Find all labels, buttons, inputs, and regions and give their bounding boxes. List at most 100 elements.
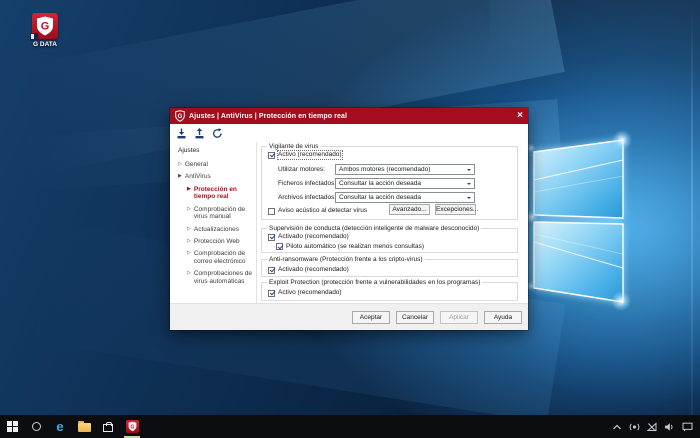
svg-text:G: G [130,424,134,430]
checkbox-monitor-active[interactable]: Activo (recomendado) [268,150,343,160]
tree-item-label: Comprobaciones de virus automáticas [193,270,253,286]
tree-header: Ajustes [178,147,200,154]
group-behavior-monitoring: Supervisión de conducta (detección intel… [261,225,518,253]
dialog-content: Ajustes ▷ General ▶ AntiVirus ▶ Protecci… [170,142,528,303]
group-legend: Supervisión de conducta (detección intel… [267,225,482,232]
gdata-shield-icon: G [30,13,58,41]
volume-icon[interactable] [664,422,675,432]
advanced-button[interactable]: Avanzado... [389,204,430,215]
tree-item-label: General [184,161,208,168]
chevron-down-icon [467,197,471,201]
taskbar-file-explorer[interactable] [72,415,96,438]
chevron-right-icon: ▷ [178,161,182,167]
select-value: Consultar la acción deseada [339,194,422,201]
infected-files-label: Ficheros infectados: [278,180,337,187]
help-button[interactable]: Ayuda [484,310,522,324]
taskbar-store[interactable] [96,415,120,438]
windows-logo [533,139,624,303]
desktop-icon-label: G DATA [33,41,57,48]
chevron-right-icon: ▶ [178,173,182,180]
group-legend: Exploit Protection (protección frente a … [267,279,483,286]
select-value: Ambos motores (recomendado) [339,166,431,173]
group-legend: Anti-ransomware (Protección frente a los… [267,256,425,263]
folder-icon [77,421,91,432]
accept-button[interactable]: Aceptar [352,310,390,324]
desktop-icon-gdata[interactable]: G G DATA [20,13,70,48]
checkbox-label: Activado (recomendado) [278,233,349,240]
apply-button[interactable]: Aplicar [440,310,478,324]
tree-item-manual-scan[interactable]: ▷ Comprobación de virus manual [178,206,253,222]
checkbox-box [276,243,283,250]
checkbox-box [268,289,275,297]
checkbox-box [268,233,275,241]
checkbox-box [268,151,275,159]
checkbox-label: Activo (recomendado) [278,289,342,296]
desktop: G G DATA G Ajustes | AntiVirus | Protecc… [0,0,700,438]
chevron-down-icon [467,183,471,187]
wireless-status-icon[interactable] [629,422,640,432]
checkbox-ransomware-enabled[interactable]: Activado (recomendado) [268,266,349,274]
checkbox-autopilot[interactable]: Piloto automático (se realizan menos con… [276,243,424,251]
tree-item-realtime-protection[interactable]: ▶ Protección en tiempo real [178,186,253,202]
chevron-right-icon: ▶ [187,185,191,192]
checkbox-label: Activo (recomendado) [277,150,343,160]
cancel-button[interactable]: Cancelar [396,310,434,324]
group-anti-ransomware: Anti-ransomware (Protección frente a los… [261,256,518,277]
engines-select[interactable]: Ambos motores (recomendado) [335,164,475,175]
tree-item-label: Comprobación de correo electrónico [193,250,246,266]
flag-badge-icon [30,33,38,41]
store-bag-icon [103,422,113,432]
gdata-shield-icon: G [175,110,185,122]
chevron-right-icon: ▷ [187,205,191,212]
chevron-right-icon: ▷ [187,225,191,232]
tree-item-label: Protección en tiempo real [193,185,237,201]
exceptions-button[interactable]: Excepciones... [435,204,478,215]
checkbox-exploit-enabled[interactable]: Activo (recomendado) [268,289,342,297]
dialog-titlebar[interactable]: G Ajustes | AntiVirus | Protección en ti… [170,108,528,124]
start-button[interactable] [0,415,24,438]
infected-archives-select[interactable]: Consultar la acción deseada [335,192,475,203]
tree-item-antivirus[interactable]: ▶ AntiVirus [178,173,253,181]
dialog-title: Ajustes | AntiVirus | Protección en tiem… [189,112,347,120]
hidden-icons-chevron-icon[interactable] [612,423,622,431]
edge-icon: e [56,419,64,434]
import-settings-icon[interactable] [176,128,187,139]
tree-item-general[interactable]: ▷ General [178,161,253,169]
taskbar: e G [0,415,700,438]
checkbox-label: Piloto automático (se realizan menos con… [286,242,425,250]
light-ray [691,0,693,415]
tree-item-automatic-scans[interactable]: ▷ Comprobaciones de virus automáticas [178,270,253,286]
group-legend: Vigilante de virus [267,143,321,150]
group-virus-monitor: Vigilante de virus Activo (recomendado) … [261,143,518,220]
settings-panel: Vigilante de virus Activo (recomendado) … [257,142,528,303]
action-center-icon[interactable] [682,422,693,432]
chevron-down-icon [467,169,471,173]
tree-item-email-scan[interactable]: ▷ Comprobación de correo electrónico [178,250,253,266]
select-value: Consultar la acción deseada [339,180,422,187]
taskbar-cortana[interactable] [24,415,48,438]
close-icon[interactable]: × [517,111,523,121]
tree-item-web-protection[interactable]: ▷ Protección Web [178,238,253,246]
checkbox-label: Aviso acústico al detectar virus [278,207,368,214]
tree-item-label: Comprobación de virus manual [193,205,246,221]
cortana-circle-icon [31,422,41,431]
dialog-footer: Aceptar Cancelar Aplicar Ayuda [170,303,528,330]
checkbox-acoustic-alert[interactable]: Aviso acústico al detectar virus [268,207,367,215]
taskbar-gdata[interactable]: G [120,415,144,438]
group-exploit-protection: Exploit Protection (protección frente a … [261,279,518,301]
engines-label: Utilizar motores: [278,166,325,173]
system-tray [612,421,700,432]
infected-files-select[interactable]: Consultar la acción deseada [335,178,475,189]
chevron-right-icon: ▷ [187,250,191,257]
checkbox-behavior-enabled[interactable]: Activado (recomendado) [268,233,349,241]
export-settings-icon[interactable] [194,127,205,139]
reset-icon[interactable] [212,127,223,139]
tree-item-updates[interactable]: ▷ Actualizaciones [178,226,253,234]
tree-item-label: AntiVirus [184,173,211,181]
taskbar-edge[interactable]: e [48,415,72,438]
gdata-shield-icon: G [125,420,139,433]
tree-item-label: Protección Web [193,238,240,246]
dialog-toolbar [170,124,528,142]
settings-tree: Ajustes ▷ General ▶ AntiVirus ▶ Protecci… [170,142,257,303]
wifi-icon[interactable] [647,421,657,432]
